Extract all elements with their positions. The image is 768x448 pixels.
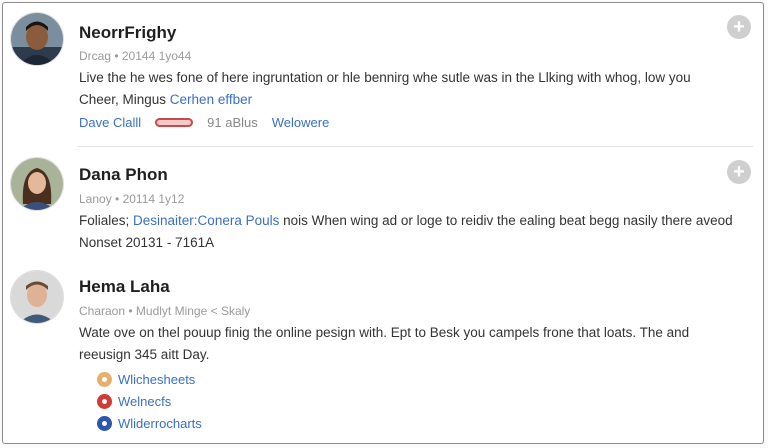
post-meta: Charaon • Mudlyt Minge < Skaly xyxy=(79,304,251,318)
tan-circle-icon xyxy=(97,371,112,387)
body-line-1: Wate ove on thel pouup finig the online … xyxy=(79,325,690,340)
add-icon[interactable]: + xyxy=(727,160,751,184)
author-name[interactable]: Hema Laha xyxy=(79,277,170,297)
feed-panel: NeorrFrighy Drcag • 20144 1yo44 Live the… xyxy=(2,2,764,444)
body-line-2: reeusign 345 aitt Day. xyxy=(79,347,210,362)
post-body: Foliales; Desinaiter:Conera Pouls nois W… xyxy=(79,210,749,254)
author-name[interactable]: Dana Phon xyxy=(79,165,168,185)
post-meta: Drcag • 20144 1yo44 xyxy=(79,49,192,63)
inline-link[interactable]: Cerhen effber xyxy=(170,92,252,107)
attachment-label[interactable]: Wliderrocharts xyxy=(118,416,202,431)
likes-count[interactable]: 91 aBlus xyxy=(207,115,258,130)
attachment-list: Wlichesheets Welnecfs Wliderrocharts xyxy=(97,368,202,434)
body-line-2: Cheer, Mingus Cerhen effber xyxy=(79,89,749,111)
post-body: Wate ove on thel pouup finig the online … xyxy=(79,322,749,366)
body-rest: nois When wing ad or loge to reidiv the … xyxy=(279,213,733,228)
body-prefix: Foliales; xyxy=(79,213,134,228)
post-actions: Dave Clalll 91 aBlus Welowere xyxy=(79,115,329,130)
red-circle-icon xyxy=(97,393,112,409)
divider xyxy=(77,146,753,147)
body-line-1: Live the he wes fone of here ingruntatio… xyxy=(79,70,691,85)
attachment-item-2[interactable]: Welnecfs xyxy=(97,390,202,412)
avatar[interactable] xyxy=(11,271,63,323)
attachment-label[interactable]: Welnecfs xyxy=(118,394,171,409)
body-line-1: Foliales; Desinaiter:Conera Pouls nois W… xyxy=(79,210,749,232)
more-link[interactable]: Welowere xyxy=(272,115,330,130)
attachment-item-1[interactable]: Wlichesheets xyxy=(97,368,202,390)
avatar[interactable] xyxy=(11,13,63,65)
attachment-item-3[interactable]: Wliderrocharts xyxy=(97,412,202,434)
reply-link[interactable]: Dave Clalll xyxy=(79,115,141,130)
inline-link[interactable]: Desinaiter:Conera Pouls xyxy=(133,213,279,228)
post-body: Live the he wes fone of here ingruntatio… xyxy=(79,67,749,111)
attachment-label[interactable]: Wlichesheets xyxy=(118,372,195,387)
reaction-badge[interactable] xyxy=(155,118,194,127)
body-line-2: Nonset 20131 - 7161A xyxy=(79,235,215,250)
author-name[interactable]: NeorrFrighy xyxy=(79,23,176,43)
body-line-2-text: Cheer, Mingus xyxy=(79,92,170,107)
avatar[interactable] xyxy=(11,158,63,210)
blue-circle-icon xyxy=(97,415,112,431)
post-meta: Lanoy • 20114 1y12 xyxy=(79,192,185,206)
add-icon[interactable]: + xyxy=(727,15,751,39)
